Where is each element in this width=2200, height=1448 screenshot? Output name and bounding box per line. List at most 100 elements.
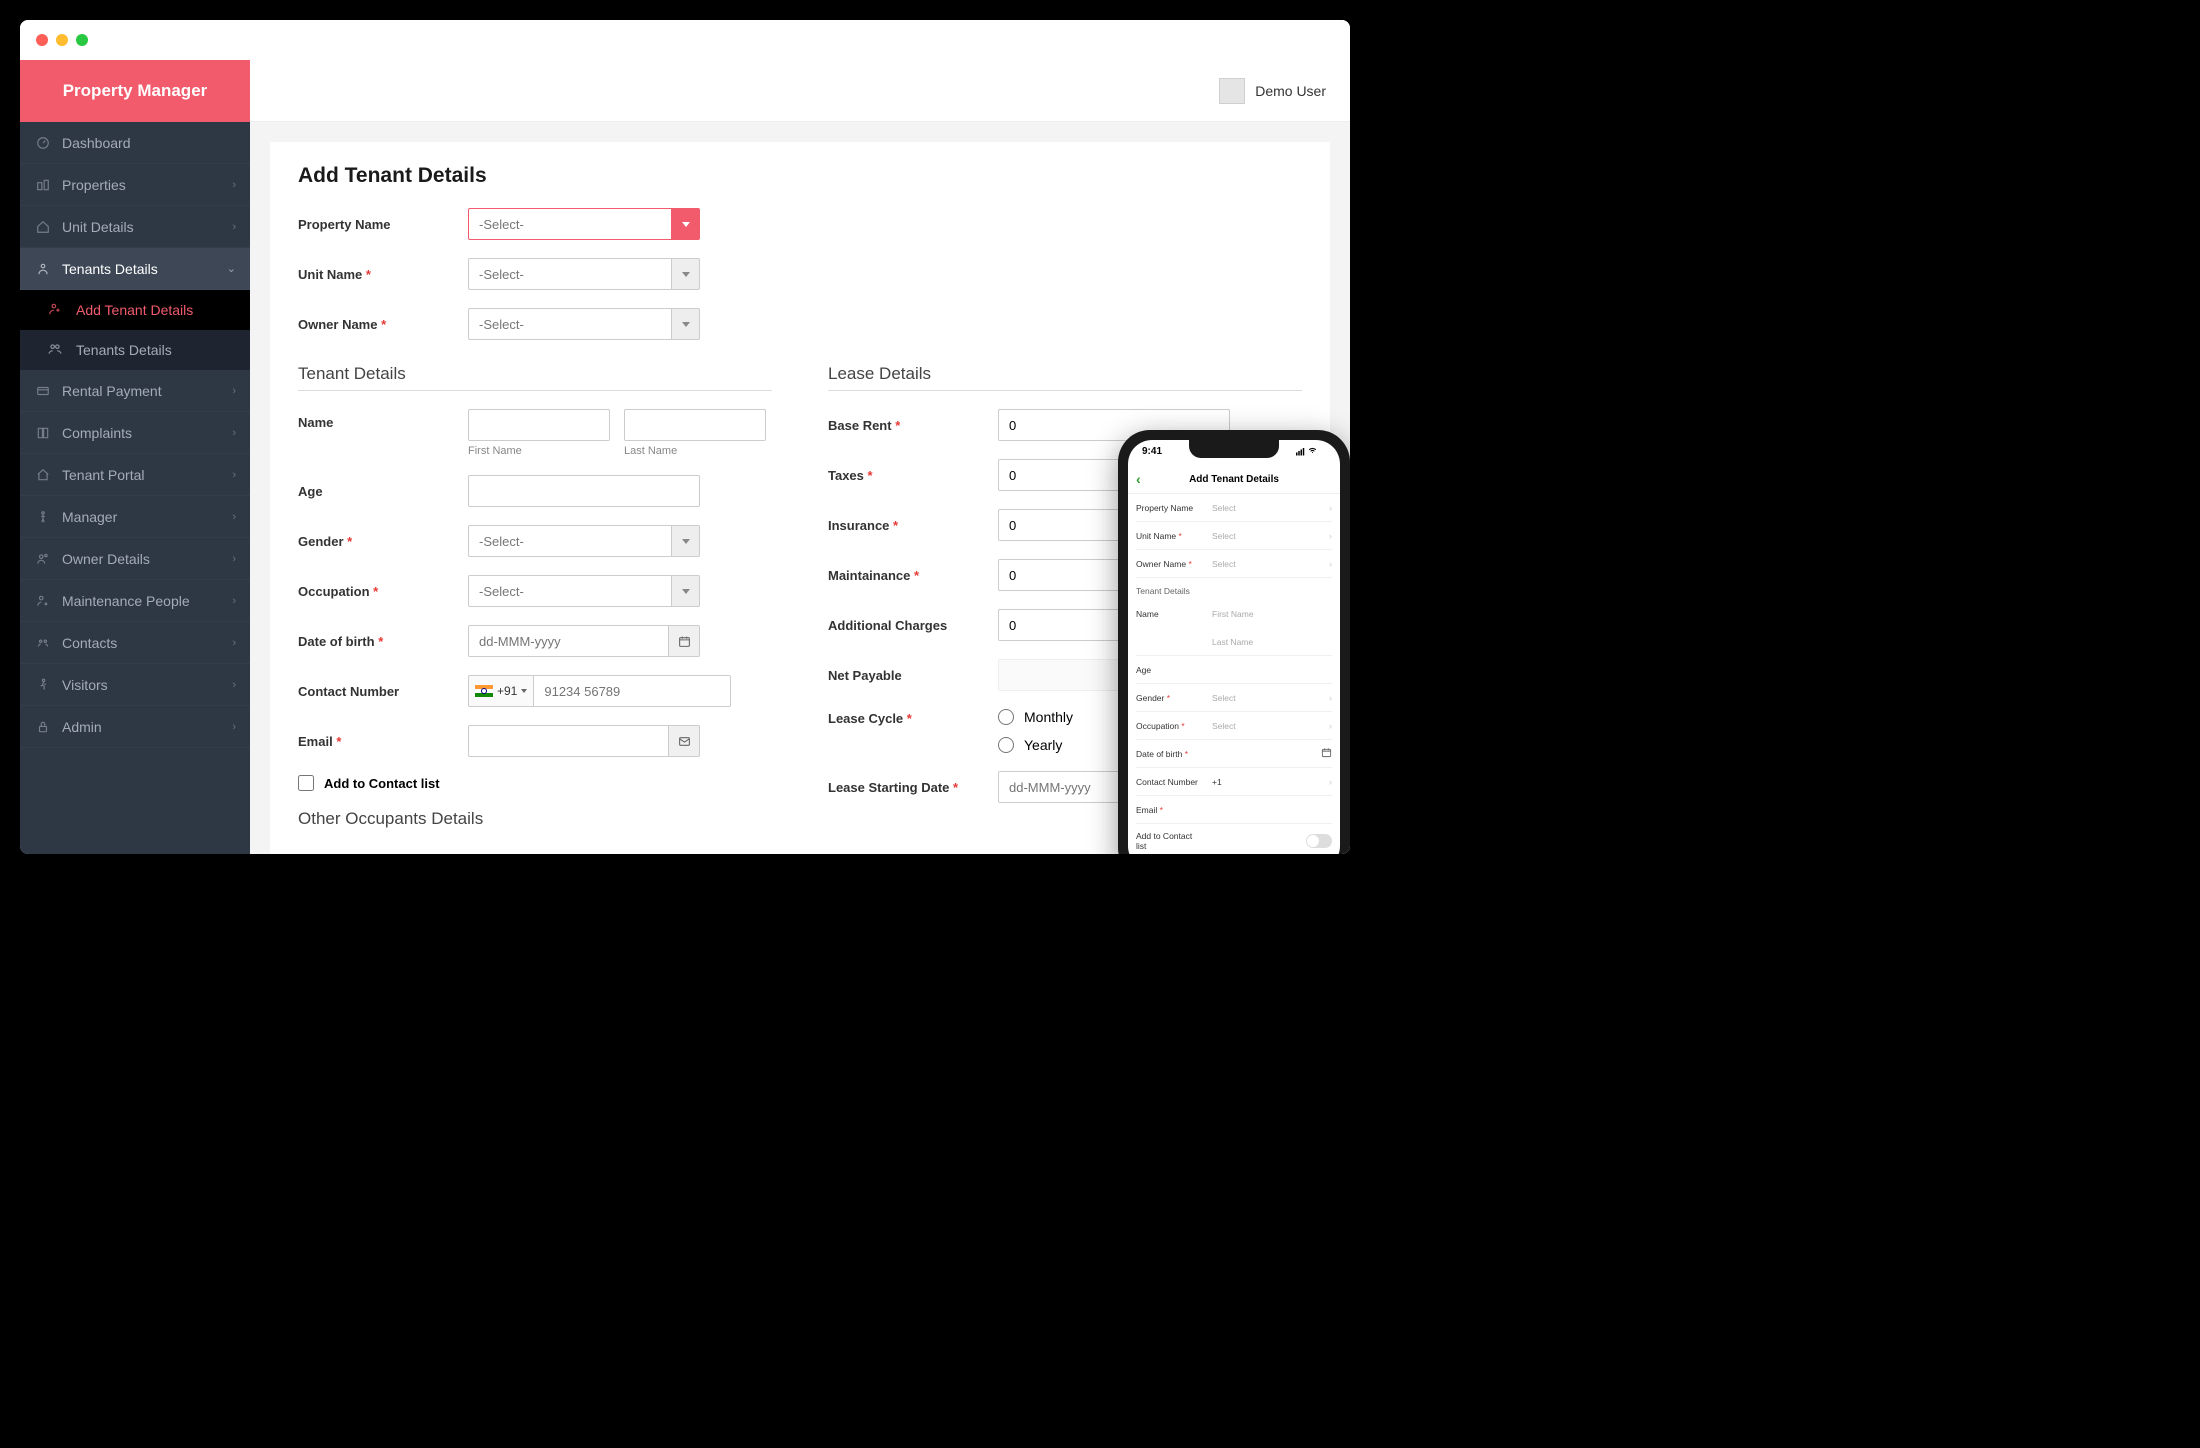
unit-name-value[interactable] xyxy=(468,258,672,290)
gauge-icon xyxy=(34,136,52,150)
close-window-button[interactable] xyxy=(36,34,48,46)
card-icon xyxy=(34,384,52,398)
m-unit-name-row[interactable]: Unit Name * Select › xyxy=(1136,522,1332,550)
signal-wifi-icon xyxy=(1296,446,1326,459)
m-name-last-row[interactable]: Last Name xyxy=(1136,628,1332,656)
chevron-right-icon: › xyxy=(1329,503,1332,513)
chevron-right-icon: › xyxy=(1329,693,1332,703)
m-occupation-row[interactable]: Occupation * Select › xyxy=(1136,712,1332,740)
m-email-row[interactable]: Email * xyxy=(1136,796,1332,824)
unit-name-label: Unit Name * xyxy=(298,267,468,282)
sidebar-item-label: Tenants Details xyxy=(62,261,227,277)
chevron-right-icon: › xyxy=(232,427,236,439)
sidebar-item-label: Complaints xyxy=(62,425,232,441)
user-name: Demo User xyxy=(1255,83,1326,99)
add-to-contacts-label: Add to Contact list xyxy=(324,776,440,791)
sidebar-subitem-tenants-details[interactable]: Tenants Details xyxy=(20,330,250,370)
gender-select[interactable] xyxy=(468,525,700,557)
minimize-window-button[interactable] xyxy=(56,34,68,46)
last-name-input[interactable] xyxy=(624,409,766,441)
sidebar-subitem-label: Add Tenant Details xyxy=(76,302,193,318)
sidebar-item-contacts[interactable]: Contacts › xyxy=(20,622,250,664)
caret-down-icon[interactable] xyxy=(672,258,700,290)
sidebar-item-unit-details[interactable]: Unit Details › xyxy=(20,206,250,248)
sidebar-item-label: Manager xyxy=(62,509,232,525)
dob-input[interactable] xyxy=(468,625,668,657)
add-contact-toggle[interactable] xyxy=(1306,834,1332,848)
sidebar-item-manager[interactable]: Manager › xyxy=(20,496,250,538)
m-contact-row[interactable]: Contact Number +1 › xyxy=(1136,768,1332,796)
sidebar-item-label: Unit Details xyxy=(62,219,232,235)
phone-input[interactable] xyxy=(533,675,731,707)
contacts-icon xyxy=(34,636,52,650)
lease-cycle-label: Lease Cycle * xyxy=(828,709,998,726)
lease-cycle-monthly[interactable]: Monthly xyxy=(998,709,1073,725)
age-input[interactable] xyxy=(468,475,700,507)
m-owner-name-row[interactable]: Owner Name * Select › xyxy=(1136,550,1332,578)
sidebar-subitem-add-tenant[interactable]: Add Tenant Details xyxy=(20,290,250,330)
envelope-icon xyxy=(668,725,700,757)
sidebar-item-maintenance-people[interactable]: Maintenance People › xyxy=(20,580,250,622)
property-name-value[interactable] xyxy=(468,208,672,240)
property-name-select[interactable] xyxy=(468,208,700,240)
sidebar-item-visitors[interactable]: Visitors › xyxy=(20,664,250,706)
people-icon xyxy=(48,342,66,359)
sidebar-item-label: Contacts xyxy=(62,635,232,651)
add-to-contacts-checkbox[interactable] xyxy=(298,775,314,791)
sidebar-item-rental-payment[interactable]: Rental Payment › xyxy=(20,370,250,412)
chevron-right-icon: › xyxy=(1329,559,1332,569)
caret-down-icon[interactable] xyxy=(672,525,700,557)
user-menu[interactable]: Demo User xyxy=(1219,78,1326,104)
lease-section-title: Lease Details xyxy=(828,364,1302,391)
maximize-window-button[interactable] xyxy=(76,34,88,46)
page-title: Add Tenant Details xyxy=(298,164,1302,188)
m-name-first-row[interactable]: Name First Name xyxy=(1136,600,1332,628)
owner-name-value[interactable] xyxy=(468,308,672,340)
sidebar-item-admin[interactable]: Admin › xyxy=(20,706,250,748)
person-standing-icon xyxy=(34,510,52,524)
occupation-label: Occupation * xyxy=(298,584,468,599)
m-tenant-section: Tenant Details xyxy=(1136,578,1332,600)
occupation-select[interactable] xyxy=(468,575,700,607)
sidebar-item-label: Dashboard xyxy=(62,135,236,151)
lease-start-label: Lease Starting Date * xyxy=(828,780,998,795)
phone-country-selector[interactable]: +91 xyxy=(468,675,533,707)
sidebar-item-dashboard[interactable]: Dashboard xyxy=(20,122,250,164)
first-name-input[interactable] xyxy=(468,409,610,441)
owner-name-select[interactable] xyxy=(468,308,700,340)
age-label: Age xyxy=(298,484,468,499)
maintenance-label: Maintainance * xyxy=(828,568,998,583)
chevron-right-icon: › xyxy=(232,553,236,565)
property-name-label: Property Name xyxy=(298,217,468,232)
m-age-row[interactable]: Age xyxy=(1136,656,1332,684)
dob-input-wrap[interactable] xyxy=(468,625,700,657)
lock-icon xyxy=(34,720,52,734)
sidebar-item-properties[interactable]: Properties › xyxy=(20,164,250,206)
email-label: Email * xyxy=(298,734,468,749)
caret-down-icon[interactable] xyxy=(672,575,700,607)
m-add-contact-row[interactable]: Add to Contact list xyxy=(1136,824,1332,854)
contact-label: Contact Number xyxy=(298,684,468,699)
base-rent-label: Base Rent * xyxy=(828,418,998,433)
calendar-icon[interactable] xyxy=(668,625,700,657)
caret-down-icon xyxy=(521,689,527,693)
caret-down-icon[interactable] xyxy=(672,208,700,240)
mobile-back-button[interactable]: ‹ xyxy=(1136,471,1141,487)
sidebar-item-tenant-portal[interactable]: Tenant Portal › xyxy=(20,454,250,496)
m-dob-row[interactable]: Date of birth * xyxy=(1136,740,1332,768)
sidebar-item-label: Owner Details xyxy=(62,551,232,567)
email-input[interactable] xyxy=(468,725,668,757)
chevron-right-icon: › xyxy=(232,221,236,233)
phone-code: +91 xyxy=(497,684,517,698)
m-property-name-row[interactable]: Property Name Select › xyxy=(1136,494,1332,522)
chevron-right-icon: › xyxy=(232,595,236,607)
m-gender-row[interactable]: Gender * Select › xyxy=(1136,684,1332,712)
sidebar-item-tenants-details[interactable]: Tenants Details ⌄ xyxy=(20,248,250,290)
caret-down-icon[interactable] xyxy=(672,308,700,340)
net-payable-label: Net Payable xyxy=(828,668,998,683)
lease-cycle-yearly[interactable]: Yearly xyxy=(998,737,1073,753)
sidebar-item-owner-details[interactable]: Owner Details › xyxy=(20,538,250,580)
chevron-right-icon: › xyxy=(232,511,236,523)
unit-name-select[interactable] xyxy=(468,258,700,290)
sidebar-item-complaints[interactable]: Complaints › xyxy=(20,412,250,454)
